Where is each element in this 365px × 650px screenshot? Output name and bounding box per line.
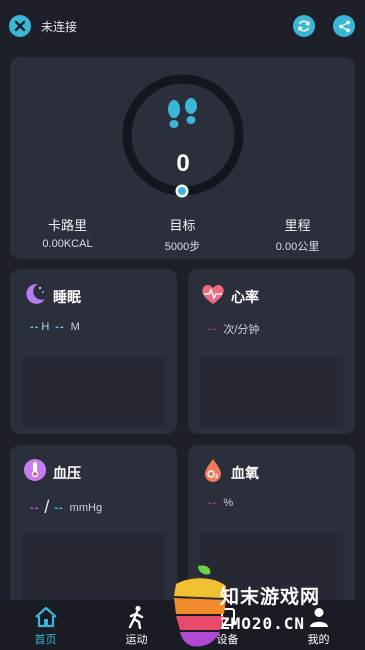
tab-device[interactable]: 设备	[182, 600, 273, 650]
oxygen-drop-icon	[205, 459, 221, 482]
footprints-icon	[168, 98, 197, 128]
distance-label: 里程	[284, 218, 311, 233]
user-icon	[309, 608, 328, 627]
sleep-card[interactable]: 睡眠 -- H -- M	[10, 269, 177, 434]
sleep-title: 睡眠	[53, 289, 81, 305]
bottom-tab-bar: 首页 运动 设备 我的	[0, 600, 365, 650]
tab-sport-label: 运动	[125, 634, 148, 646]
blood-oxygen-title: 血氧	[231, 465, 259, 481]
refresh-icon	[298, 20, 310, 32]
heart-rate-chart	[200, 357, 343, 427]
home-icon	[34, 606, 57, 628]
distance-stat: 里程 0.00公里	[240, 215, 355, 254]
heart-rate-card[interactable]: 心率 -- 次/分钟	[188, 269, 355, 434]
calories-label: 卡路里	[47, 218, 87, 233]
blood-pressure-unit: mmHg	[69, 501, 103, 514]
goal-stat: 目标 5000步	[125, 215, 240, 254]
device-icon	[220, 608, 235, 626]
distance-value: 0.00公里	[275, 241, 320, 253]
blood-oxygen-chart	[200, 533, 343, 603]
sleep-min-dash: --	[55, 321, 65, 333]
sleep-hour-unit: H	[41, 321, 50, 333]
sleep-hour-dash: --	[30, 321, 40, 333]
top-bar: 未连接	[0, 0, 365, 52]
sleep-min-unit: M	[70, 321, 80, 333]
heart-icon	[202, 285, 224, 304]
sleep-chart	[22, 357, 165, 427]
steps-count: 0	[176, 150, 190, 177]
connection-status: 未连接	[41, 20, 78, 34]
heart-rate-title: 心率	[231, 289, 259, 305]
blood-oxygen-unit: %	[223, 497, 234, 509]
tab-mine-label: 我的	[307, 634, 330, 646]
share-button[interactable]	[333, 15, 355, 37]
blood-pressure-chart	[22, 533, 165, 603]
systolic-dash: --	[30, 501, 40, 514]
steps-ring: 0	[120, 72, 246, 198]
goal-label: 目标	[169, 218, 196, 233]
disconnect-button[interactable]	[9, 15, 31, 37]
blood-oxygen-value: -- %	[208, 497, 233, 509]
blood-pressure-value: -- / -- mmHg	[30, 497, 102, 518]
blood-oxygen-card[interactable]: 血氧 -- %	[188, 445, 355, 610]
diastolic-dash: --	[54, 501, 64, 514]
tab-sport[interactable]: 运动	[91, 600, 182, 650]
goal-value: 5000步	[164, 241, 201, 253]
blood-oxygen-dash: --	[208, 497, 218, 509]
refresh-button[interactable]	[293, 15, 315, 37]
calories-value: 0.00KCAL	[42, 238, 93, 250]
tab-device-label: 设备	[216, 634, 239, 646]
tab-home-label: 首页	[34, 634, 57, 646]
tab-home[interactable]: 首页	[0, 600, 91, 650]
blood-pressure-card[interactable]: 血压 -- / -- mmHg	[10, 445, 177, 610]
calories-stat: 卡路里 0.00KCAL	[10, 215, 125, 250]
progress-ring	[122, 74, 244, 198]
tab-mine[interactable]: 我的	[273, 600, 364, 650]
thermometer-icon	[24, 459, 46, 481]
bp-separator: /	[44, 497, 50, 517]
sleep-value: -- H -- M	[30, 321, 80, 333]
heart-rate-dash: --	[208, 323, 218, 335]
share-icon	[338, 20, 350, 32]
close-icon	[14, 20, 26, 32]
heart-rate-unit: 次/分钟	[223, 324, 260, 336]
running-icon	[128, 605, 143, 629]
heart-rate-value: -- 次/分钟	[208, 321, 259, 337]
moon-icon	[26, 283, 45, 304]
steps-card[interactable]: 0 卡路里 0.00KCAL 目标 5000步 里程 0.00公里	[10, 57, 355, 259]
blood-pressure-title: 血压	[53, 465, 81, 481]
